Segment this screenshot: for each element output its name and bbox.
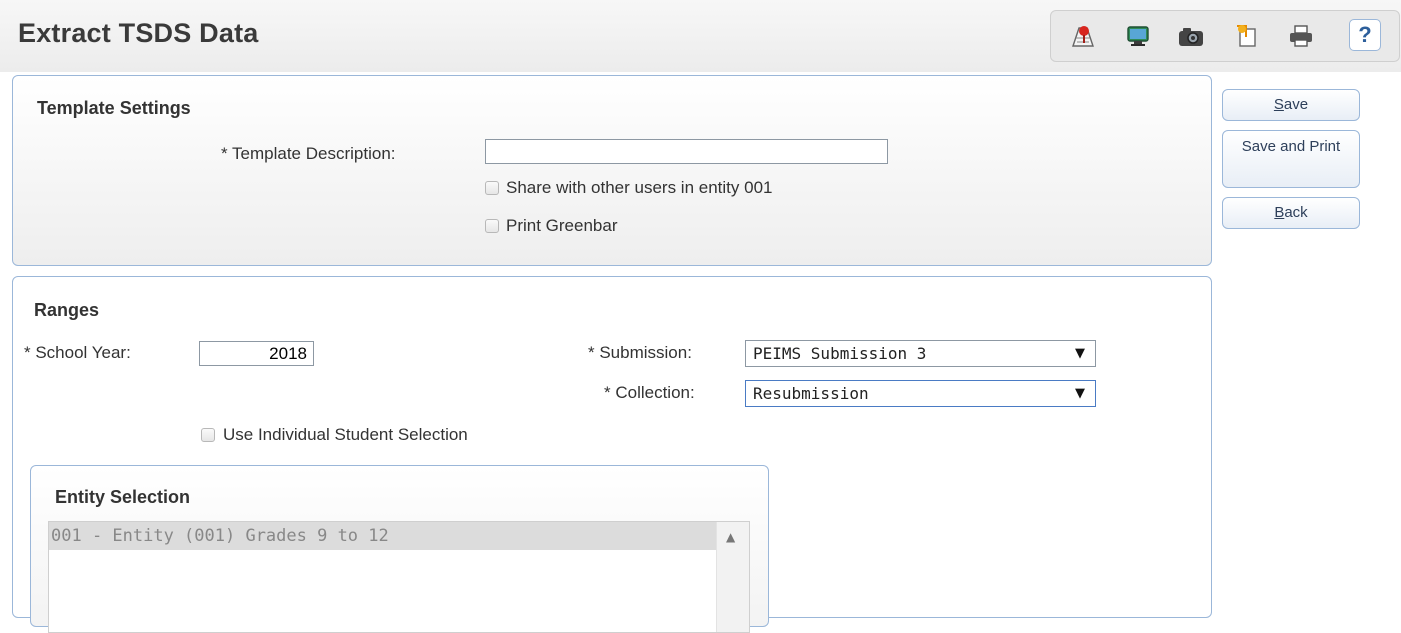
use-individual-student-label: Use Individual Student Selection (223, 425, 468, 444)
share-label: Share with other users in entity 001 (506, 178, 773, 197)
entity-selection-panel: Entity Selection 001 - Entity (001) Grad… (30, 465, 769, 633)
use-individual-student-checkbox[interactable] (201, 428, 215, 442)
scrollbar[interactable]: ▲ (716, 522, 749, 632)
template-settings-panel: Template Settings * Template Description… (12, 75, 1212, 266)
save-accesskey: S (1273, 96, 1284, 113)
collection-label: * Collection: (604, 383, 695, 402)
submission-select[interactable]: PEIMS Submission 3 ▼ (745, 340, 1096, 367)
scroll-up-icon[interactable]: ▲ (726, 530, 735, 544)
entity-listbox[interactable]: 001 - Entity (001) Grades 9 to 12 ▲ (48, 521, 750, 633)
school-year-input[interactable] (199, 341, 314, 366)
back-label: ack (1284, 204, 1308, 221)
submission-label: * Submission: (588, 343, 692, 362)
template-description-label: * Template Description: (221, 144, 396, 163)
school-year-label: * School Year: (24, 343, 131, 362)
map-marker-icon[interactable] (1068, 21, 1098, 51)
chevron-down-icon: ▼ (1075, 346, 1085, 361)
chevron-down-icon: ▼ (1075, 386, 1085, 401)
template-description-input[interactable] (485, 139, 888, 164)
clipboard-icon[interactable] (1231, 21, 1261, 51)
monitor-icon[interactable] (1123, 21, 1153, 51)
printer-icon[interactable] (1286, 21, 1316, 51)
list-item[interactable]: 001 - Entity (001) Grades 9 to 12 (49, 522, 717, 550)
save-and-print-button[interactable]: Save and Print (1222, 130, 1360, 188)
back-accesskey: B (1274, 204, 1285, 221)
collection-select[interactable]: Resubmission ▼ (745, 380, 1096, 407)
title-bar: Extract TSDS Data ? (0, 0, 1401, 72)
save-label: ave (1283, 96, 1309, 113)
collection-value: Resubmission (753, 384, 869, 403)
back-button[interactable]: Back (1222, 197, 1360, 229)
save-and-print-label: Save and Print (1241, 138, 1341, 155)
entity-selection-title: Entity Selection (55, 487, 191, 507)
greenbar-checkbox[interactable] (485, 219, 499, 233)
help-icon[interactable]: ? (1349, 19, 1381, 51)
submission-value: PEIMS Submission 3 (753, 344, 927, 363)
save-button[interactable]: Save (1222, 89, 1360, 121)
template-settings-title: Template Settings (37, 98, 191, 118)
share-checkbox[interactable] (485, 181, 499, 195)
page-title: Extract TSDS Data (18, 18, 259, 48)
ranges-title: Ranges (34, 300, 100, 320)
toolbar: ? (1050, 10, 1400, 62)
camera-icon[interactable] (1176, 21, 1206, 51)
greenbar-label: Print Greenbar (506, 216, 618, 235)
